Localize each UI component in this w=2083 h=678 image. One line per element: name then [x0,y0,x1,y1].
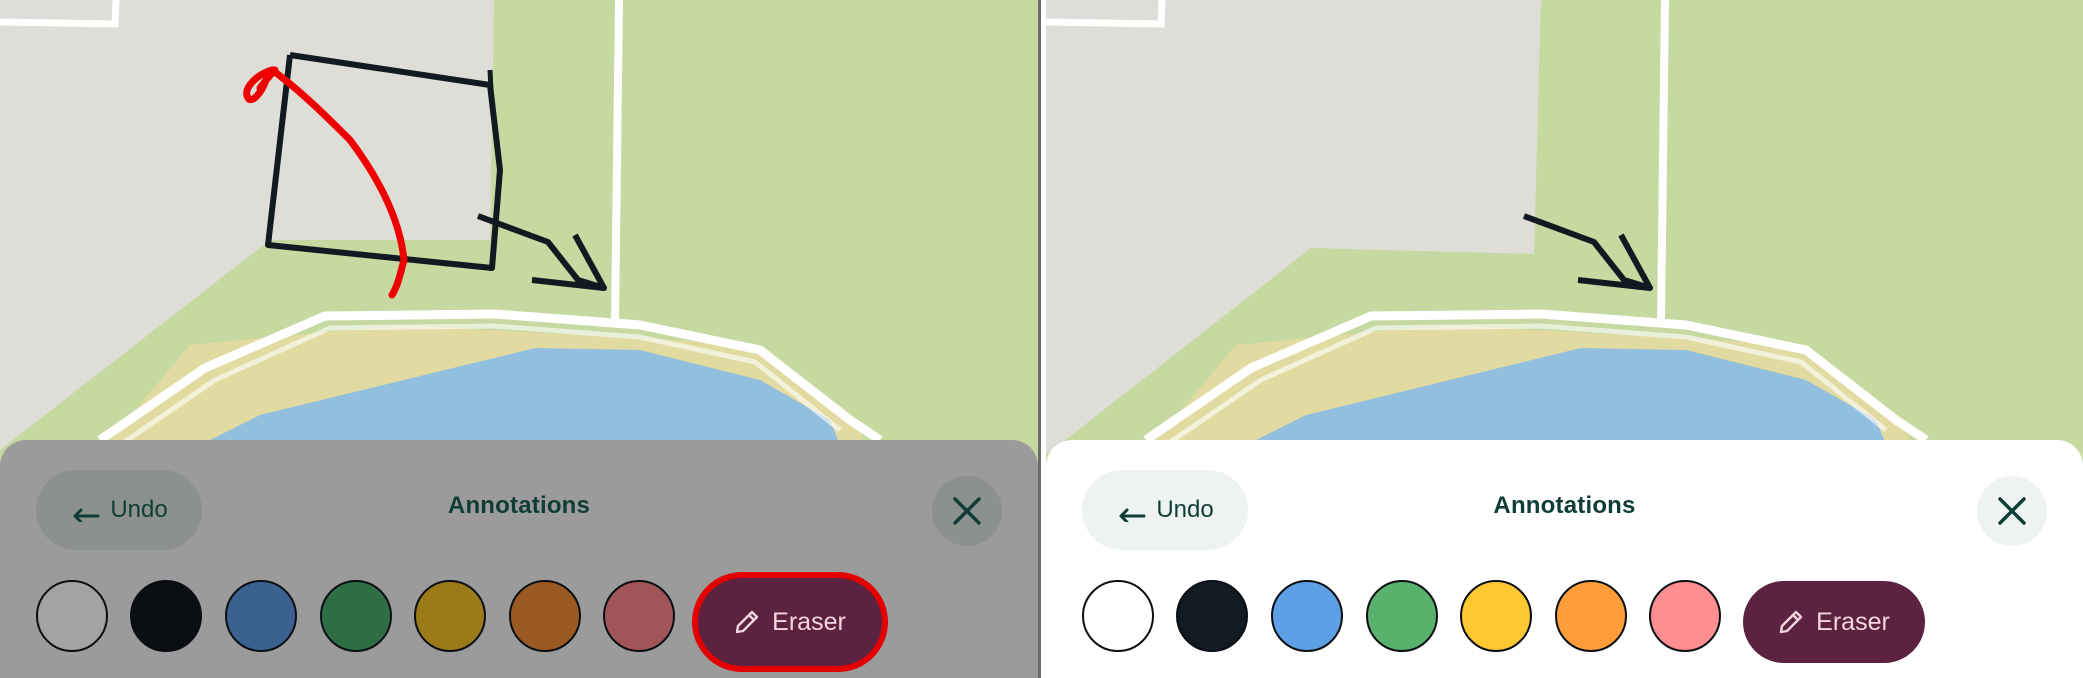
eraser-button[interactable]: Eraser [704,584,876,660]
close-button[interactable] [1977,476,2047,546]
color-swatch-gray[interactable] [36,580,108,652]
color-swatch-white[interactable] [1082,580,1154,652]
sheet-title: Annotations [447,492,591,519]
map-road-vertical [611,0,623,323]
color-swatch-blue[interactable] [1271,580,1343,652]
close-icon [953,497,981,525]
eraser-button[interactable]: Eraser [1743,581,1925,663]
sheet-title: Annotations [1493,492,1636,519]
color-swatch-blue[interactable] [225,580,297,652]
annotations-sheet: Undo Annotations Eraser [0,440,1038,678]
eraser-label: Eraser [772,607,846,636]
annotation-black-box-tick [487,69,494,91]
color-swatch-yellow[interactable] [414,580,486,652]
color-swatch-pink[interactable] [603,580,675,652]
pencil-icon [1779,610,1803,634]
color-swatch-black[interactable] [1176,580,1248,652]
color-swatch-yellow[interactable] [1460,580,1532,652]
color-swatch-pink[interactable] [1649,580,1721,652]
annotations-sheet: Undo Annotations Eraser [1046,440,2083,678]
close-icon [1998,497,2026,525]
color-swatch-orange[interactable] [509,580,581,652]
screen-divider [1038,0,1046,678]
color-swatch-green[interactable] [1366,580,1438,652]
pencil-icon [735,610,759,634]
left-screen: Undo Annotations Eraser [0,0,1038,678]
close-button[interactable] [932,476,1002,546]
color-swatch-black[interactable] [130,580,202,652]
map-road-vertical [1657,0,1669,323]
color-swatch-orange[interactable] [1555,580,1627,652]
color-swatch-green[interactable] [320,580,392,652]
eraser-label: Eraser [1816,607,1890,636]
right-screen: Undo Annotations Eraser [1046,0,2083,678]
